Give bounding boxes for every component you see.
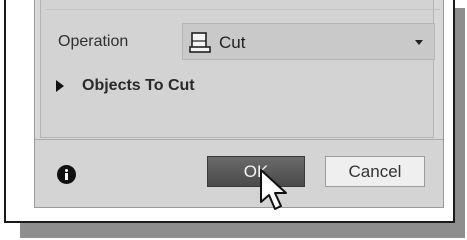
inputs-panel: Operation Cut Objects To Cut bbox=[40, 0, 440, 138]
info-icon[interactable] bbox=[57, 165, 76, 184]
objects-to-cut-label: Objects To Cut bbox=[82, 77, 195, 94]
mouse-pointer-icon bbox=[260, 169, 287, 210]
operation-dropdown[interactable]: Cut bbox=[182, 23, 435, 60]
dialog-footer: OK Cancel bbox=[35, 140, 443, 207]
chevron-down-icon[interactable] bbox=[415, 40, 423, 45]
screenshot-frame: Operation Cut Objects To Cut OK Cancel bbox=[4, 0, 455, 223]
cancel-button[interactable]: Cancel bbox=[325, 156, 425, 187]
operation-label: Operation bbox=[58, 33, 129, 50]
extrude-dialog: Operation Cut Objects To Cut OK Cancel bbox=[34, 0, 444, 208]
triangle-right-icon[interactable] bbox=[56, 80, 64, 92]
top-divider bbox=[46, 0, 440, 10]
operation-value: Cut bbox=[219, 33, 246, 52]
extrude-cut-icon bbox=[189, 32, 211, 53]
